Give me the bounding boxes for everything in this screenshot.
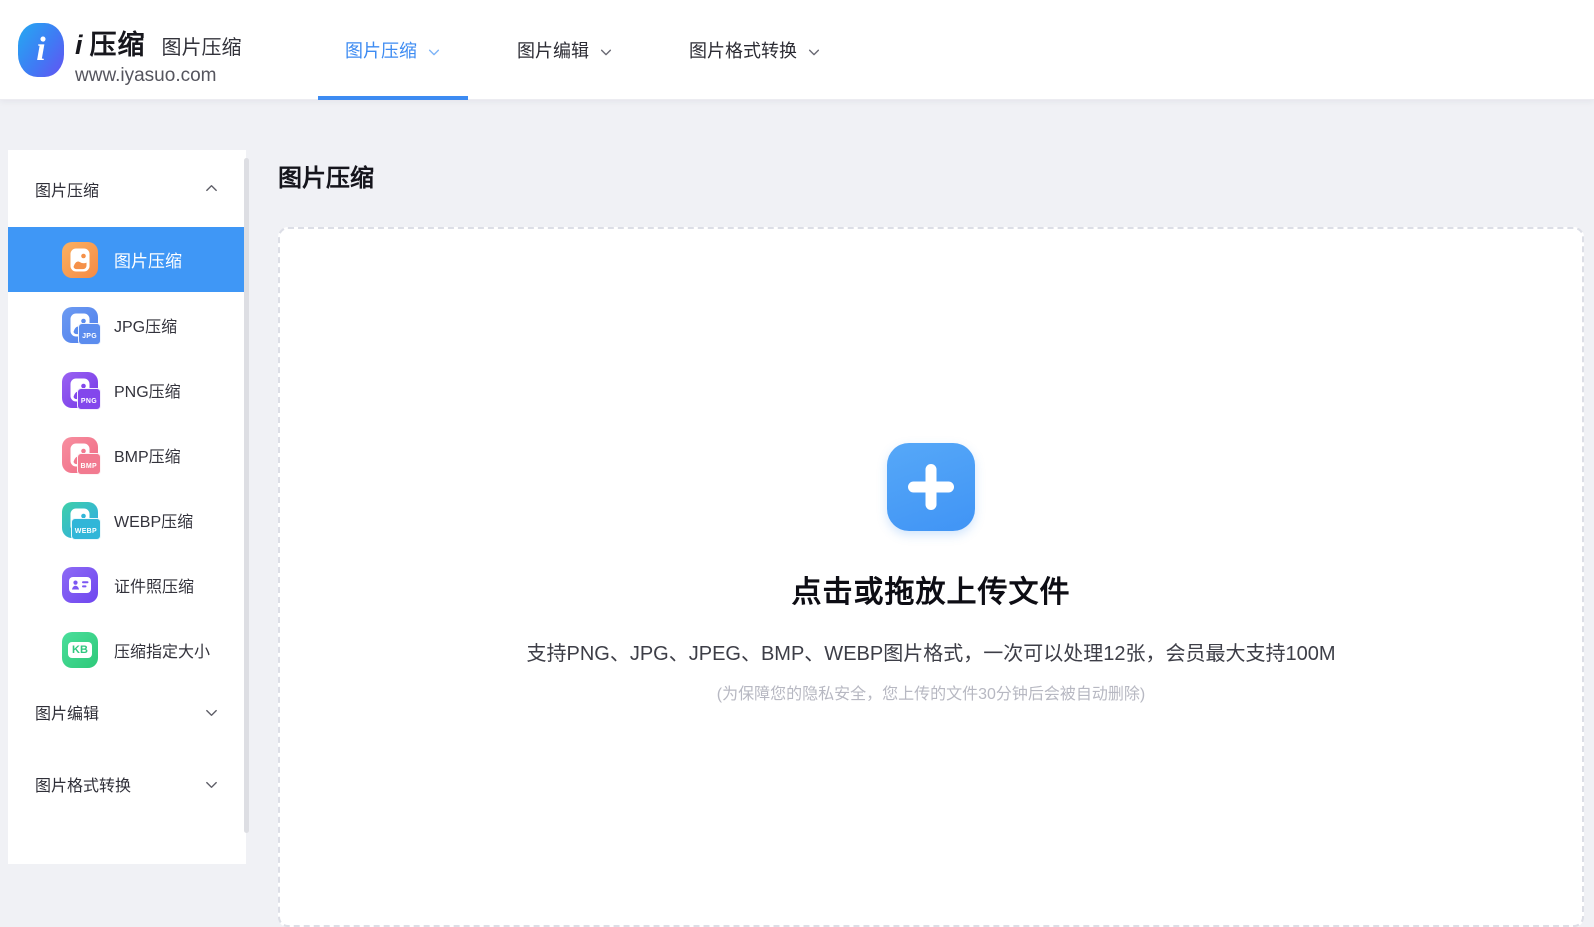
top-nav: 图片压缩 图片编辑 图片格式转换 <box>318 0 848 100</box>
sidebar-item-jpg-compress[interactable]: JPG JPG压缩 <box>8 292 246 357</box>
sidebar-item-image-compress[interactable]: 图片压缩 <box>8 227 246 292</box>
sidebar-group-format-convert[interactable]: 图片格式转换 <box>8 742 246 826</box>
jpg-compress-icon: JPG <box>62 307 98 343</box>
chevron-down-icon <box>599 45 613 59</box>
sidebar-item-label: 压缩指定大小 <box>114 638 210 662</box>
sidebar-scrollbar[interactable] <box>244 158 249 833</box>
sidebar: 图片压缩 图片压缩 JPG JPG压缩 <box>8 150 246 864</box>
site-url: www.iyasuo.com <box>75 65 242 87</box>
nav-item-image-edit[interactable]: 图片编辑 <box>490 0 640 100</box>
upload-support-text: 支持PNG、JPG、JPEG、BMP、WEBP图片格式，一次可以处理12张，会员… <box>527 637 1336 666</box>
sidebar-item-label: 证件照压缩 <box>114 573 194 597</box>
upload-dropzone[interactable]: 点击或拖放上传文件 支持PNG、JPG、JPEG、BMP、WEBP图片格式，一次… <box>278 227 1584 927</box>
chevron-down-icon <box>204 705 219 720</box>
sidebar-item-bmp-compress[interactable]: BMP BMP压缩 <box>8 422 246 487</box>
nav-item-image-compress[interactable]: 图片压缩 <box>318 0 468 100</box>
webp-compress-icon: WEBP <box>62 502 98 538</box>
logo-name: 压缩 <box>90 23 146 62</box>
sidebar-item-compress-to-size[interactable]: KB 压缩指定大小 <box>8 617 246 682</box>
nav-item-label: 图片压缩 <box>345 37 417 63</box>
sidebar-item-label: WEBP压缩 <box>114 508 193 532</box>
nav-item-label: 图片格式转换 <box>689 37 797 63</box>
bmp-compress-icon: BMP <box>62 437 98 473</box>
nav-item-label: 图片编辑 <box>517 37 589 63</box>
logo-i-text: i <box>75 30 83 61</box>
logo-i-icon: i <box>18 23 64 77</box>
upload-heading: 点击或拖放上传文件 <box>792 567 1071 611</box>
upload-privacy-note: (为保障您的隐私安全，您上传的文件30分钟后会被自动删除) <box>717 680 1145 704</box>
sidebar-item-label: JPG压缩 <box>114 313 177 337</box>
sidebar-group-label: 图片编辑 <box>35 700 99 724</box>
chevron-down-icon <box>807 45 821 59</box>
brand-logo[interactable]: i i 压缩 图片压缩 www.iyasuo.com <box>18 23 242 87</box>
page-title: 图片压缩 <box>278 158 374 193</box>
nav-item-format-convert[interactable]: 图片格式转换 <box>662 0 848 100</box>
sidebar-item-png-compress[interactable]: PNG PNG压缩 <box>8 357 246 422</box>
chevron-up-icon <box>204 181 219 196</box>
kb-size-icon: KB <box>62 632 98 668</box>
sidebar-item-label: 图片压缩 <box>114 247 182 272</box>
logo-subtitle: 图片压缩 <box>162 31 242 60</box>
top-header: i i 压缩 图片压缩 www.iyasuo.com 图片压缩 图片编辑 图片格… <box>0 0 1594 100</box>
sidebar-item-webp-compress[interactable]: WEBP WEBP压缩 <box>8 487 246 552</box>
sidebar-group-image-compress[interactable]: 图片压缩 <box>8 150 246 227</box>
sidebar-item-label: PNG压缩 <box>114 378 181 402</box>
png-compress-icon: PNG <box>62 372 98 408</box>
plus-upload-icon[interactable] <box>887 443 975 531</box>
chevron-down-icon <box>204 777 219 792</box>
sidebar-item-id-photo-compress[interactable]: 证件照压缩 <box>8 552 246 617</box>
sidebar-item-label: BMP压缩 <box>114 443 181 467</box>
id-photo-compress-icon <box>62 567 98 603</box>
sidebar-group-image-edit[interactable]: 图片编辑 <box>8 682 246 742</box>
sidebar-group-label: 图片压缩 <box>35 177 99 201</box>
chevron-down-icon <box>427 45 441 59</box>
image-compress-icon <box>62 242 98 278</box>
sidebar-group-label: 图片格式转换 <box>35 772 131 796</box>
